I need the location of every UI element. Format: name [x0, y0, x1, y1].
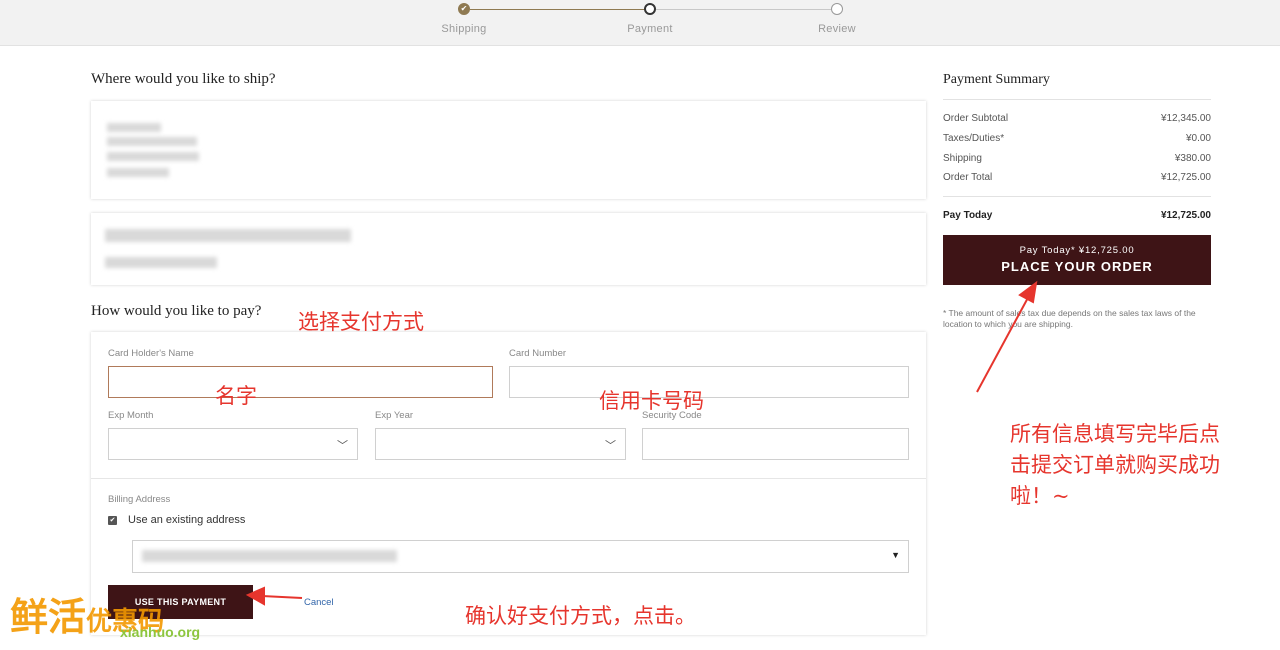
watermark-logo: 鲜活优惠码 xianhuo.org: [8, 586, 218, 644]
watermark-url: xianhuo.org: [120, 624, 201, 640]
arrow-to-use-payment: [245, 586, 303, 606]
arrow-to-place-order: [976, 280, 1038, 393]
annotation-arrows: [245, 280, 1038, 606]
